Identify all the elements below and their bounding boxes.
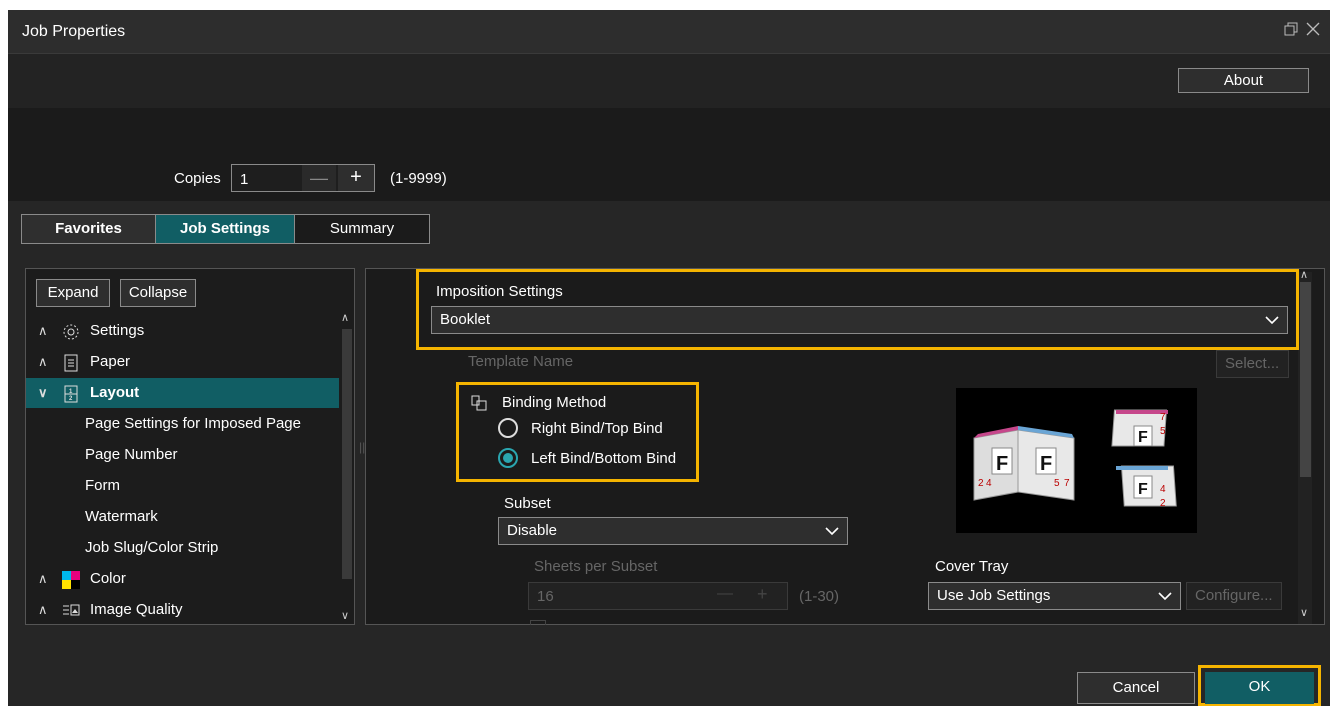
cancel-button[interactable]: Cancel bbox=[1077, 672, 1195, 704]
chevron-down-icon bbox=[1265, 307, 1279, 333]
cover-tray-dropdown[interactable]: Use Job Settings bbox=[928, 582, 1181, 610]
settings-scroll-thumb[interactable] bbox=[1300, 282, 1311, 477]
sheets-per-subset-stepper[interactable]: 16 — + bbox=[528, 582, 788, 610]
increment-button[interactable]: + bbox=[338, 165, 374, 191]
about-button[interactable]: About bbox=[1178, 68, 1309, 93]
title-bar: Job Properties bbox=[8, 10, 1330, 54]
chevron-down-icon: ∨ bbox=[38, 385, 48, 400]
tree-item-label: Color bbox=[90, 570, 126, 587]
gear-icon bbox=[62, 322, 80, 340]
tree-item-settings[interactable]: ∧ Settings bbox=[26, 316, 339, 346]
tree-item-label: Layout bbox=[90, 384, 140, 401]
page-num: 7 bbox=[1160, 412, 1166, 423]
cover-tray-label: Cover Tray bbox=[935, 558, 1009, 575]
tab-summary[interactable]: Summary bbox=[294, 215, 429, 243]
tree-subitem[interactable]: Job Slug/Color Strip bbox=[85, 533, 218, 563]
tree-subitem[interactable]: Form bbox=[85, 471, 120, 501]
tree-item-color[interactable]: ∧ Color bbox=[26, 564, 339, 594]
preview-letter-right: F bbox=[1040, 453, 1052, 475]
tree-item-label: Settings bbox=[90, 322, 145, 339]
copies-range: (1-9999) bbox=[390, 170, 447, 187]
page-num: 4 bbox=[1160, 484, 1166, 495]
booklet-preview-graphic: F F 2 4 5 7 F F 7 5 4 2 bbox=[973, 409, 1177, 509]
tab-bar: Favorites Job Settings Summary bbox=[21, 214, 430, 244]
paper-icon bbox=[62, 353, 80, 372]
sheets-per-subset-label: Sheets per Subset bbox=[534, 558, 658, 575]
cover-tray-value: Use Job Settings bbox=[937, 587, 1051, 604]
svg-text:2: 2 bbox=[69, 396, 73, 402]
collapse-button[interactable]: Collapse bbox=[120, 279, 196, 307]
preview-letter-bottom: F bbox=[1138, 481, 1148, 498]
tree-item-paper[interactable]: ∧ Paper bbox=[26, 347, 339, 377]
tree-subitem[interactable]: Watermark bbox=[85, 502, 158, 532]
sheets-range: (1-30) bbox=[799, 588, 840, 605]
left-bind-label: Left Bind/Bottom Bind bbox=[531, 450, 677, 467]
settings-tree-panel: Expand Collapse ∧ Settings ∧ Paper ∨ 12 … bbox=[25, 268, 355, 625]
chevron-up-icon: ∧ bbox=[38, 323, 48, 338]
checkbox-partial[interactable] bbox=[530, 620, 546, 625]
page-num: 2 bbox=[1160, 498, 1166, 509]
tree-scroll-thumb[interactable] bbox=[342, 329, 352, 579]
imposition-value: Booklet bbox=[440, 311, 491, 328]
sheets-per-subset-value: 16 bbox=[537, 588, 554, 605]
scroll-down-icon[interactable]: ∨ bbox=[1300, 606, 1308, 619]
copies-label: Copies bbox=[174, 170, 221, 187]
page-num: 4 bbox=[986, 478, 992, 489]
ok-button[interactable]: OK bbox=[1205, 672, 1314, 704]
tree-item-label: Image Quality bbox=[90, 601, 183, 618]
right-bind-label: Right Bind/Top Bind bbox=[531, 420, 663, 437]
tree-subitem[interactable]: Page Number bbox=[85, 440, 178, 470]
window-title: Job Properties bbox=[22, 23, 126, 40]
tree-item-label: Paper bbox=[90, 353, 131, 370]
radio-left-bind[interactable] bbox=[498, 448, 518, 468]
tree-item-layout[interactable]: ∨ 12 Layout bbox=[26, 378, 339, 408]
color-icon bbox=[62, 570, 80, 589]
booklet-preview: F F 2 4 5 7 F F 7 5 4 2 bbox=[956, 388, 1197, 533]
tree-subitem[interactable]: Page Settings for Imposed Page bbox=[85, 409, 301, 439]
subset-dropdown[interactable]: Disable bbox=[498, 517, 848, 545]
imposition-dropdown[interactable]: Booklet bbox=[431, 306, 1288, 334]
image-quality-icon bbox=[62, 601, 80, 619]
chevron-down-icon bbox=[1158, 583, 1172, 609]
close-icon[interactable] bbox=[1306, 22, 1320, 41]
binding-method-label: Binding Method bbox=[502, 394, 607, 411]
preview-letter-top: F bbox=[1138, 429, 1148, 446]
page-num: 2 bbox=[978, 478, 984, 489]
tab-job-settings[interactable]: Job Settings bbox=[156, 215, 294, 243]
copies-area bbox=[8, 108, 1330, 201]
subset-label: Subset bbox=[504, 495, 551, 512]
copies-input[interactable]: 1 bbox=[240, 171, 248, 188]
tree-item-image-quality[interactable]: ∧ Image Quality bbox=[26, 595, 339, 625]
chevron-up-icon: ∧ bbox=[38, 602, 48, 617]
scroll-up-icon[interactable]: ∧ bbox=[1300, 268, 1308, 281]
template-select-button[interactable]: Select... bbox=[1216, 350, 1289, 378]
expand-button[interactable]: Expand bbox=[36, 279, 110, 307]
page-num: 5 bbox=[1160, 426, 1166, 437]
scroll-down-icon[interactable]: ∨ bbox=[341, 609, 349, 622]
increment-button[interactable]: + bbox=[757, 584, 768, 605]
template-name-label: Template Name bbox=[468, 353, 574, 370]
scroll-up-icon[interactable]: ∧ bbox=[341, 311, 349, 324]
chevron-up-icon: ∧ bbox=[38, 354, 48, 369]
chevron-down-icon bbox=[825, 518, 839, 544]
decrement-button[interactable]: — bbox=[717, 585, 733, 603]
copies-stepper[interactable]: 1 — + bbox=[231, 164, 375, 192]
page-num: 5 bbox=[1054, 478, 1060, 489]
radio-right-bind[interactable] bbox=[498, 418, 518, 438]
preview-letter-left: F bbox=[996, 453, 1008, 475]
job-properties-window: Job Properties About Copies 1 — + (1-999… bbox=[8, 10, 1330, 706]
tab-favorites[interactable]: Favorites bbox=[22, 215, 156, 243]
binding-icon bbox=[470, 394, 488, 412]
restore-icon[interactable] bbox=[1284, 22, 1298, 41]
decrement-button[interactable]: — bbox=[302, 165, 336, 191]
imposition-label: Imposition Settings bbox=[436, 283, 563, 300]
layout-icon: 12 bbox=[62, 384, 80, 403]
header-band bbox=[8, 54, 1330, 108]
chevron-up-icon: ∧ bbox=[38, 571, 48, 586]
configure-button[interactable]: Configure... bbox=[1186, 582, 1282, 610]
page-num: 7 bbox=[1064, 478, 1070, 489]
subset-value: Disable bbox=[507, 522, 558, 539]
